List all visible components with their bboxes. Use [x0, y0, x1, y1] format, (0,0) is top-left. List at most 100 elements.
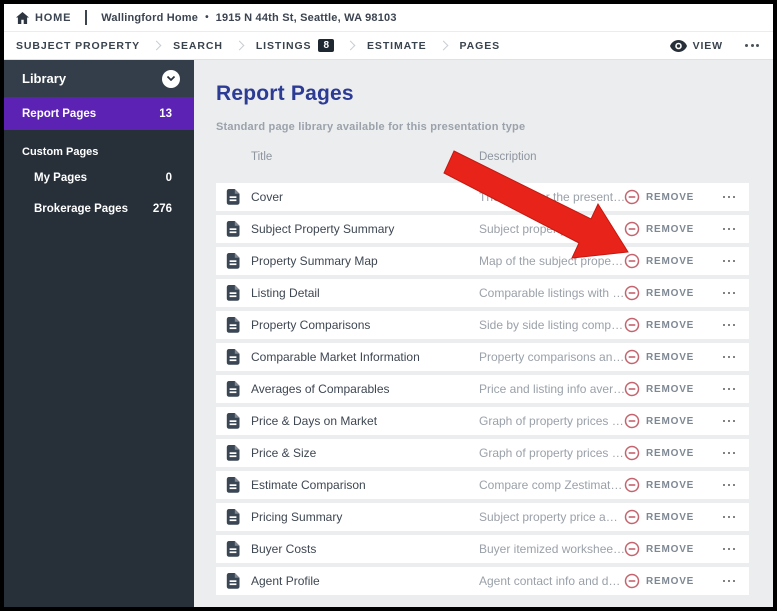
view-label: VIEW: [693, 40, 723, 52]
document-icon: [226, 285, 240, 301]
page-title-cell: Price & Days on Market: [251, 414, 479, 428]
page-title-cell: Price & Size: [251, 446, 479, 460]
row-kebab-menu-icon[interactable]: [723, 576, 736, 587]
remove-button[interactable]: REMOVE: [624, 381, 694, 397]
page-description-cell: Subject property price a…: [479, 510, 624, 524]
remove-button[interactable]: REMOVE: [624, 509, 694, 525]
document-icon: [226, 253, 240, 269]
page-description-cell: Subject property summ…: [479, 222, 624, 236]
document-icon: [226, 221, 240, 237]
page-description-cell: Map of the subject prope…: [479, 254, 624, 268]
page-description-cell: Comparable listings with …: [479, 286, 624, 300]
document-icon: [226, 349, 240, 365]
remove-button[interactable]: REMOVE: [624, 189, 694, 205]
table-row: Cover The cover for the present… REMOVE: [216, 183, 749, 211]
row-kebab-menu-icon[interactable]: [723, 384, 736, 395]
remove-label: REMOVE: [646, 416, 694, 427]
row-kebab-menu-icon[interactable]: [723, 256, 736, 267]
page-title-cell: Agent Profile: [251, 574, 479, 588]
row-kebab-menu-icon[interactable]: [723, 544, 736, 555]
page-title-cell: Estimate Comparison: [251, 478, 479, 492]
remove-button[interactable]: REMOVE: [624, 541, 694, 557]
remove-button[interactable]: REMOVE: [624, 253, 694, 269]
property-name[interactable]: Wallingford Home: [101, 12, 198, 24]
sidebar-item-report-pages[interactable]: Report Pages 13: [4, 97, 194, 130]
row-kebab-menu-icon[interactable]: [723, 192, 736, 203]
remove-label: REMOVE: [646, 480, 694, 491]
my-pages-count: 0: [166, 172, 172, 184]
table-row: Estimate Comparison Compare comp Zestima…: [216, 471, 749, 499]
remove-label: REMOVE: [646, 448, 694, 459]
page-description-cell: Property comparisons an…: [479, 350, 624, 364]
row-kebab-menu-icon[interactable]: [723, 288, 736, 299]
document-icon: [226, 445, 240, 461]
column-header-title: Title: [251, 151, 479, 163]
pages-table-body: Cover The cover for the present… REMOVE …: [216, 183, 749, 595]
row-kebab-menu-icon[interactable]: [723, 480, 736, 491]
tab-pages[interactable]: PAGES: [460, 40, 500, 52]
row-kebab-menu-icon[interactable]: [723, 416, 736, 427]
home-button[interactable]: HOME: [16, 12, 71, 24]
tab-estimate[interactable]: ESTIMATE: [367, 40, 427, 52]
sidebar-item-brokerage-pages[interactable]: Brokerage Pages 276: [4, 193, 194, 224]
remove-label: REMOVE: [646, 288, 694, 299]
row-kebab-menu-icon[interactable]: [723, 512, 736, 523]
sidebar-item-my-pages[interactable]: My Pages 0: [4, 162, 194, 193]
remove-label: REMOVE: [646, 384, 694, 395]
row-kebab-menu-icon[interactable]: [723, 448, 736, 459]
page-title-cell: Property Comparisons: [251, 318, 479, 332]
chevron-right-icon: [234, 41, 244, 51]
table-row: Buyer Costs Buyer itemized workshee… REM…: [216, 535, 749, 563]
page-title-cell: Subject Property Summary: [251, 222, 479, 236]
table-row: Pricing Summary Subject property price a…: [216, 503, 749, 531]
row-kebab-menu-icon[interactable]: [723, 224, 736, 235]
report-pages-label: Report Pages: [22, 108, 96, 120]
home-label: HOME: [35, 12, 71, 24]
table-row: Comparable Market Information Property c…: [216, 343, 749, 371]
tab-listings[interactable]: LISTINGS 8: [256, 39, 334, 52]
remove-button[interactable]: REMOVE: [624, 477, 694, 493]
document-icon: [226, 541, 240, 557]
remove-label: REMOVE: [646, 352, 694, 363]
minus-circle-icon: [624, 541, 640, 557]
view-button[interactable]: VIEW: [670, 40, 723, 52]
library-sidebar: Library Report Pages 13 Custom Pages My …: [4, 60, 194, 607]
remove-button[interactable]: REMOVE: [624, 445, 694, 461]
chevron-down-icon: [167, 76, 175, 81]
remove-button[interactable]: REMOVE: [624, 221, 694, 237]
remove-button[interactable]: REMOVE: [624, 317, 694, 333]
row-kebab-menu-icon[interactable]: [723, 352, 736, 363]
kebab-menu-icon[interactable]: [745, 40, 759, 51]
remove-button[interactable]: REMOVE: [624, 349, 694, 365]
remove-label: REMOVE: [646, 320, 694, 331]
remove-label: REMOVE: [646, 512, 694, 523]
property-address: 1915 N 44th St, Seattle, WA 98103: [216, 12, 397, 24]
page-title-cell: Property Summary Map: [251, 254, 479, 268]
chevron-right-icon: [152, 41, 162, 51]
minus-circle-icon: [624, 573, 640, 589]
page-title-cell: Listing Detail: [251, 286, 479, 300]
page-description-cell: Agent contact info and d…: [479, 574, 624, 588]
tab-subject-property[interactable]: SUBJECT PROPERTY: [16, 40, 140, 52]
minus-circle-icon: [624, 253, 640, 269]
page-description-cell: The cover for the present…: [479, 190, 624, 204]
minus-circle-icon: [624, 477, 640, 493]
remove-button[interactable]: REMOVE: [624, 285, 694, 301]
remove-button[interactable]: REMOVE: [624, 573, 694, 589]
tab-search[interactable]: SEARCH: [173, 40, 223, 52]
minus-circle-icon: [624, 285, 640, 301]
brokerage-pages-count: 276: [153, 203, 172, 215]
listings-count-badge: 8: [318, 39, 334, 52]
sidebar-collapse-button[interactable]: [162, 70, 180, 88]
document-icon: [226, 509, 240, 525]
remove-label: REMOVE: [646, 224, 694, 235]
document-icon: [226, 413, 240, 429]
document-icon: [226, 381, 240, 397]
page-description-cell: Price and listing info aver…: [479, 382, 624, 396]
minus-circle-icon: [624, 189, 640, 205]
minus-circle-icon: [624, 413, 640, 429]
main-panel: Report Pages Standard page library avail…: [194, 60, 773, 607]
remove-button[interactable]: REMOVE: [624, 413, 694, 429]
row-kebab-menu-icon[interactable]: [723, 320, 736, 331]
report-pages-count: 13: [159, 108, 172, 120]
